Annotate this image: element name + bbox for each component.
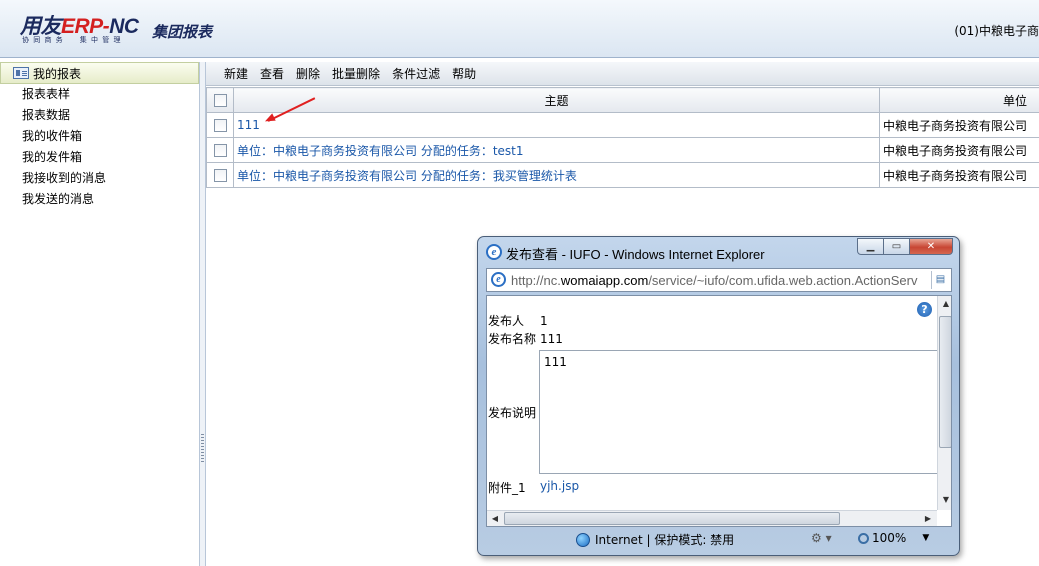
ufida-logo: 用友ERP-NC 协 同 商 务 集 中 管 理 (20, 10, 142, 46)
protected-mode-icon[interactable]: ⚙ ▾ (811, 531, 832, 545)
row-unit: 中粮电子商务投资有限公司 (879, 112, 1039, 138)
organization-label: (01)中粮电子商 (954, 24, 1039, 38)
zoom-icon (858, 532, 869, 544)
sidebar-item-inbox[interactable]: 我的收件箱 (0, 126, 199, 147)
delete-button[interactable]: 删除 (296, 65, 320, 82)
popup-title: 发布查看 - IUFO - Windows Internet Explorer (506, 247, 765, 262)
scroll-up-icon[interactable]: ▲ (938, 296, 951, 312)
row-unit: 中粮电子商务投资有限公司 (879, 137, 1039, 163)
minimize-button[interactable]: ▁ (857, 238, 884, 255)
publisher-label: 发布人 (488, 314, 525, 328)
popup-window: e 发布查看 - IUFO - Windows Internet Explore… (477, 236, 960, 556)
row-subject-link[interactable]: 单位：中粮电子商务投资有限公司 分配的任务：test1 (233, 137, 880, 163)
row-checkbox-cell (206, 112, 234, 138)
address-bar[interactable]: e http://nc.womaiapp.com/service/~iufo/c… (486, 268, 952, 292)
scroll-left-icon[interactable]: ◀ (487, 511, 503, 526)
popup-content: ? 发布人 1 发布名称 111 发布说明 111 附件_1 yjh.jsp ▲… (486, 295, 952, 527)
row-checkbox[interactable] (213, 119, 227, 132)
publish-name-label: 发布名称 (488, 332, 537, 346)
window-controls: ▁ ▭ ✕ (857, 238, 953, 255)
attachment-label: 附件_1 (488, 481, 526, 495)
splitter-grip-icon[interactable] (201, 434, 204, 462)
batch-delete-button[interactable]: 批量删除 (332, 65, 380, 82)
sidebar-item-outbox[interactable]: 我的发件箱 (0, 147, 199, 168)
help-icon[interactable]: ? (917, 302, 932, 317)
row-checkbox-cell (206, 162, 234, 188)
sidebar-item-sent-messages[interactable]: 我发送的消息 (0, 189, 199, 210)
security-zone[interactable]: Internet | 保护模式: 禁用 (576, 531, 734, 548)
report-icon (13, 67, 29, 79)
ie-icon: e (486, 244, 502, 260)
row-checkbox[interactable] (213, 144, 227, 157)
sidebar-item-report-data[interactable]: 报表数据 (0, 105, 199, 126)
app-title: 集团报表 (152, 23, 213, 41)
sidebar: 我的报表 报表表样 报表数据 我的收件箱 我的发件箱 我接收到的消息 我发送的消… (0, 62, 200, 566)
logo-subtitle: 协 同 商 务 集 中 管 理 (22, 36, 122, 44)
table-row[interactable]: 单位：中粮电子商务投资有限公司 分配的任务：我买管理统计表 中粮电子商务投资有限… (206, 162, 1039, 188)
maximize-button[interactable]: ▭ (883, 238, 910, 255)
attachment-link[interactable]: yjh.jsp (540, 479, 579, 493)
table-header-row: 主题 单位 (206, 87, 1039, 113)
publish-desc-label: 发布说明 (488, 406, 537, 420)
table-row[interactable]: 111 中粮电子商务投资有限公司 (206, 112, 1039, 138)
globe-icon (576, 532, 590, 547)
table-row[interactable]: 单位：中粮电子商务投资有限公司 分配的任务：test1 中粮电子商务投资有限公司 (206, 137, 1039, 163)
publish-name-value: 111 (540, 332, 563, 346)
view-button[interactable]: 查看 (260, 65, 284, 82)
page-icon: e (491, 272, 506, 287)
security-zone-text: Internet | 保护模式: 禁用 (595, 533, 735, 547)
new-button[interactable]: 新建 (224, 65, 248, 82)
address-url[interactable]: http://nc.womaiapp.com/service/~iufo/com… (511, 273, 925, 288)
row-checkbox-cell (206, 137, 234, 163)
sidebar-header[interactable]: 我的报表 (0, 62, 199, 84)
app-header: 用友ERP-NC 协 同 商 务 集 中 管 理 集团报表 (01)中粮电子商 (0, 0, 1039, 58)
vertical-scrollbar[interactable]: ▲ ▼ (937, 296, 951, 510)
chevron-down-icon: ▼ (922, 533, 930, 543)
scroll-right-icon[interactable]: ▶ (920, 511, 936, 526)
row-subject-link[interactable]: 111 (233, 112, 880, 138)
zoom-control[interactable]: 100% ▼ (858, 531, 929, 545)
toolbar: 新建 查看 删除 批量删除 条件过滤 帮助 (206, 62, 1039, 86)
publisher-value: 1 (540, 314, 548, 328)
compat-view-icon[interactable]: ▤ (931, 271, 949, 289)
sidebar-item-report-templates[interactable]: 报表表样 (0, 84, 199, 105)
row-subject-link[interactable]: 单位：中粮电子商务投资有限公司 分配的任务：我买管理统计表 (233, 162, 880, 188)
zoom-level: 100% (872, 531, 907, 545)
row-checkbox[interactable] (213, 169, 227, 182)
close-button[interactable]: ✕ (909, 238, 953, 255)
select-all-cell (206, 87, 234, 113)
horizontal-scroll-thumb[interactable] (504, 512, 840, 525)
column-header-unit[interactable]: 单位 (879, 87, 1039, 113)
column-header-subject[interactable]: 主题 (233, 87, 880, 113)
help-button[interactable]: 帮助 (452, 65, 476, 82)
filter-button[interactable]: 条件过滤 (392, 65, 440, 82)
report-table: 主题 单位 111 中粮电子商务投资有限公司 单位：中粮电子商务投资有限公司 分… (206, 87, 1039, 188)
sidebar-header-label: 我的报表 (33, 66, 82, 81)
vertical-scroll-thumb[interactable] (939, 316, 951, 448)
publish-desc-textarea[interactable]: 111 (539, 350, 939, 474)
status-bar: Internet | 保护模式: 禁用 ⚙ ▾ 100% ▼ (486, 528, 952, 550)
row-unit: 中粮电子商务投资有限公司 (879, 162, 1039, 188)
sidebar-item-received-messages[interactable]: 我接收到的消息 (0, 168, 199, 189)
select-all-checkbox[interactable] (213, 94, 227, 107)
horizontal-scrollbar[interactable]: ◀ ▶ (487, 510, 937, 526)
scroll-down-icon[interactable]: ▼ (938, 492, 951, 508)
